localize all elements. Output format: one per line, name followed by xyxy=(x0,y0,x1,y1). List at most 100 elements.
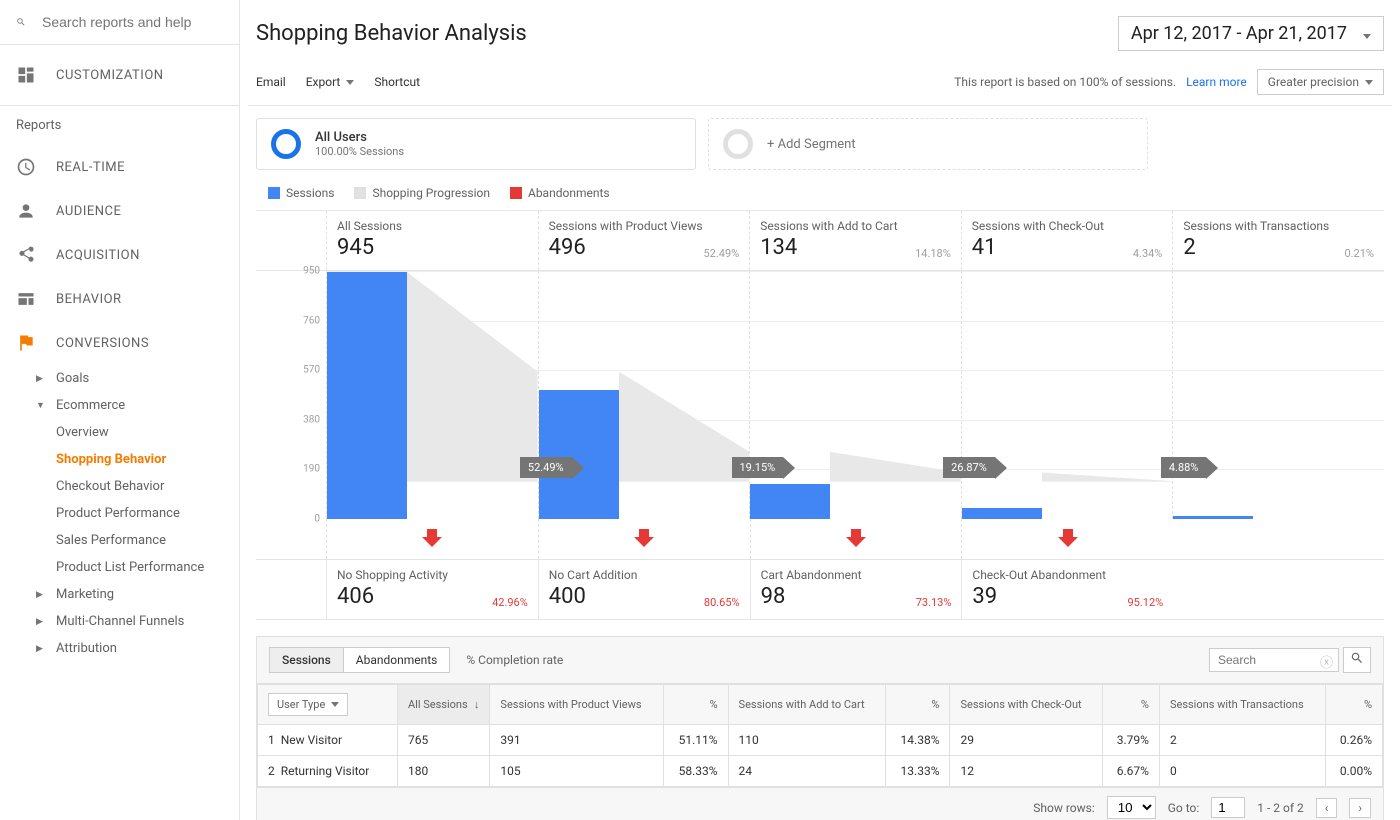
funnel-header: All Sessions945 Sessions with Product Vi… xyxy=(256,210,1384,271)
col-all-sessions[interactable]: All Sessions↓ xyxy=(398,685,490,725)
col-product-views[interactable]: Sessions with Product Views xyxy=(490,685,664,725)
progression-tag: 4.88% xyxy=(1161,457,1207,478)
abandonment-cell[interactable]: Check-Out Abandonment3995.12% xyxy=(961,560,1173,619)
table-row[interactable]: 2 Returning Visitor 180 105 58.33% 24 13… xyxy=(258,756,1383,787)
rows-select[interactable]: 10 xyxy=(1107,796,1156,819)
show-rows-label: Show rows: xyxy=(1033,801,1094,815)
down-arrow-icon xyxy=(630,525,658,549)
nav-overview[interactable]: Overview xyxy=(0,419,239,446)
funnel-step[interactable]: Sessions with Product Views49652.49% xyxy=(538,211,750,270)
col-checkout[interactable]: Sessions with Check-Out xyxy=(950,685,1102,725)
clock-icon xyxy=(16,157,36,177)
funnel-chart: All Sessions945 Sessions with Product Vi… xyxy=(248,210,1392,620)
goto-input[interactable] xyxy=(1211,797,1245,818)
shortcut-button[interactable]: Shortcut xyxy=(374,75,420,89)
clear-icon[interactable]: ⓧ xyxy=(1320,652,1333,671)
col-add-to-cart[interactable]: Sessions with Add to Cart xyxy=(728,685,886,725)
search-icon xyxy=(1350,651,1364,665)
report-note: This report is based on 100% of sessions… xyxy=(954,75,1176,89)
funnel-bar: 4.88% xyxy=(961,271,1173,519)
nav-sales-performance[interactable]: Sales Performance xyxy=(0,527,239,554)
col-pct[interactable]: % xyxy=(1102,685,1159,725)
nav-acquisition[interactable]: ACQUISITION xyxy=(0,233,239,277)
chevron-down-icon xyxy=(1365,80,1373,85)
reports-label: Reports xyxy=(0,105,239,145)
caret-right-icon: ▶ xyxy=(36,374,46,384)
abandonment-cell[interactable]: Cart Abandonment9873.13% xyxy=(750,560,962,619)
nav-attribution[interactable]: ▶Attribution xyxy=(0,635,239,662)
nav-conversions[interactable]: CONVERSIONS xyxy=(0,321,239,365)
col-transactions[interactable]: Sessions with Transactions xyxy=(1159,685,1325,725)
precision-button[interactable]: Greater precision xyxy=(1257,69,1384,95)
caret-right-icon: ▶ xyxy=(36,644,46,654)
abandonment-cell[interactable]: No Shopping Activity40642.96% xyxy=(326,560,538,619)
abandonment-cell[interactable]: No Cart Addition40080.65% xyxy=(538,560,750,619)
caret-right-icon: ▶ xyxy=(36,617,46,627)
nav-shopping-behavior[interactable]: Shopping Behavior xyxy=(0,446,239,473)
col-pct[interactable]: % xyxy=(886,685,950,725)
progression-tag: 19.15% xyxy=(732,457,784,478)
table-tabs: Sessions Abandonments xyxy=(269,647,450,673)
nav-product-performance[interactable]: Product Performance xyxy=(0,500,239,527)
search-bar xyxy=(0,0,239,45)
tab-sessions[interactable]: Sessions xyxy=(270,648,344,672)
prev-page-button[interactable]: ‹ xyxy=(1316,798,1338,818)
chart-area: 950 760 570 380 190 0 52.49% 19.15% xyxy=(256,271,1384,519)
nav-checkout-behavior[interactable]: Checkout Behavior xyxy=(0,473,239,500)
abandonment-row: No Shopping Activity40642.96% No Cart Ad… xyxy=(256,559,1384,620)
y-axis: 950 760 570 380 190 0 xyxy=(256,271,326,519)
nav-behavior[interactable]: BEHAVIOR xyxy=(0,277,239,321)
completion-rate-toggle[interactable]: % Completion rate xyxy=(466,653,563,667)
next-page-button[interactable]: › xyxy=(1349,798,1371,818)
chevron-down-icon xyxy=(331,702,339,707)
usertype-dropdown[interactable]: User Type xyxy=(268,693,348,716)
learn-more-link[interactable]: Learn more xyxy=(1186,75,1247,89)
nav-label: CUSTOMIZATION xyxy=(56,68,164,83)
nav-goals[interactable]: ▶Goals xyxy=(0,365,239,392)
segment-circle-icon xyxy=(271,129,301,159)
add-segment-button[interactable]: + Add Segment xyxy=(708,118,1148,170)
table-row[interactable]: 1 New Visitor 765 391 51.11% 110 14.38% … xyxy=(258,725,1383,756)
date-range-picker[interactable]: Apr 12, 2017 - Apr 21, 2017 xyxy=(1118,16,1384,51)
share-icon xyxy=(16,245,36,265)
funnel-step[interactable]: Sessions with Add to Cart13414.18% xyxy=(749,211,961,270)
search-input[interactable] xyxy=(42,14,223,30)
table-search-button[interactable] xyxy=(1343,647,1371,673)
nav-ecommerce[interactable]: ▼Ecommerce xyxy=(0,392,239,419)
main-content: Shopping Behavior Analysis Apr 12, 2017 … xyxy=(240,0,1400,820)
search-icon xyxy=(16,12,26,32)
dashboard-icon xyxy=(16,65,36,85)
segment-subtitle: 100.00% Sessions xyxy=(315,145,404,158)
drop-arrow xyxy=(961,519,1173,559)
chevron-down-icon xyxy=(1357,23,1371,44)
down-arrow-icon xyxy=(1054,525,1082,549)
nav-label: REAL-TIME xyxy=(56,160,125,175)
funnel-bar: 52.49% xyxy=(326,271,538,519)
nav-marketing[interactable]: ▶Marketing xyxy=(0,581,239,608)
funnel-bar: 19.15% xyxy=(538,271,750,519)
nav-product-list-performance[interactable]: Product List Performance xyxy=(0,554,239,581)
nav-multi-channel[interactable]: ▶Multi-Channel Funnels xyxy=(0,608,239,635)
swatch-icon xyxy=(354,187,366,199)
col-pct[interactable]: % xyxy=(664,685,728,725)
data-table-panel: Sessions Abandonments % Completion rate … xyxy=(256,636,1384,820)
down-arrow-icon xyxy=(842,525,870,549)
nav-audience[interactable]: AUDIENCE xyxy=(0,189,239,233)
tab-abandonments[interactable]: Abandonments xyxy=(344,648,450,672)
funnel-step[interactable]: Sessions with Check-Out414.34% xyxy=(961,211,1173,270)
email-button[interactable]: Email xyxy=(256,75,286,89)
segment-all-users[interactable]: All Users 100.00% Sessions xyxy=(256,118,696,170)
progression-shape xyxy=(750,271,961,482)
swatch-icon xyxy=(510,187,522,199)
drop-arrow xyxy=(326,519,538,559)
funnel-step[interactable]: Sessions with Transactions20.21% xyxy=(1172,211,1384,270)
nav-label: AUDIENCE xyxy=(56,204,121,219)
col-pct[interactable]: % xyxy=(1325,685,1382,725)
funnel-step[interactable]: All Sessions945 xyxy=(326,211,538,270)
page-range: 1 - 2 of 2 xyxy=(1257,801,1303,815)
nav-customization[interactable]: CUSTOMIZATION xyxy=(0,53,239,97)
person-icon xyxy=(16,201,36,221)
table-search: ⓧ xyxy=(1209,647,1371,673)
nav-realtime[interactable]: REAL-TIME xyxy=(0,145,239,189)
export-button[interactable]: Export xyxy=(306,75,355,89)
